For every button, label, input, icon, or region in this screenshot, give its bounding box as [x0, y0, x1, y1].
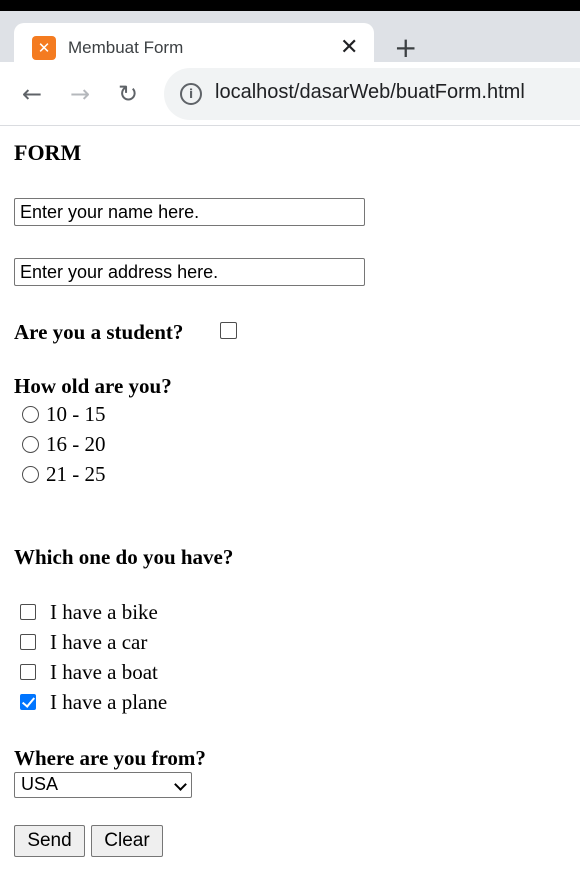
vehicle-checkbox[interactable]: [20, 664, 36, 680]
vehicle-checkbox-checked[interactable]: [20, 694, 36, 710]
reload-icon[interactable]: ↻: [118, 80, 138, 108]
chevron-down-icon: [174, 778, 187, 791]
close-icon[interactable]: ✕: [340, 34, 358, 62]
age-option-label: 16 - 20: [46, 432, 106, 456]
clear-button[interactable]: Clear: [91, 825, 163, 857]
vehicle-label: I have a plane: [50, 690, 168, 714]
url-text[interactable]: localhost/dasarWeb/buatForm.html: [215, 81, 525, 104]
age-question: How old are you?: [14, 374, 172, 398]
student-checkbox[interactable]: [220, 322, 237, 339]
origin-question: Where are you from?: [14, 746, 206, 770]
vehicle-checkbox[interactable]: [20, 604, 36, 620]
address-input[interactable]: Enter your address here.: [14, 258, 365, 286]
forward-arrow-icon[interactable]: →: [70, 80, 90, 108]
age-option-label: 10 - 15: [46, 402, 106, 426]
page-content: FORM Enter your name here. Enter your ad…: [0, 126, 580, 870]
country-select-value: USA: [21, 774, 59, 794]
radio-button[interactable]: [22, 436, 39, 453]
age-option-label: 21 - 25: [46, 462, 106, 486]
vehicle-question: Which one do you have?: [14, 545, 234, 569]
name-input[interactable]: Enter your name here.: [14, 198, 365, 226]
window-top-edge: [0, 0, 580, 11]
page-title: FORM: [14, 140, 82, 165]
send-button[interactable]: Send: [14, 825, 85, 857]
browser-toolbar: ← → ↻ i localhost/dasarWeb/buatForm.html: [0, 62, 580, 126]
back-arrow-icon[interactable]: ←: [22, 80, 42, 108]
new-tab-icon[interactable]: +: [394, 31, 417, 65]
xampp-icon: ✕: [32, 36, 56, 60]
info-icon[interactable]: i: [180, 83, 202, 105]
vehicle-label: I have a boat: [50, 660, 158, 684]
student-question: Are you a student?: [14, 320, 184, 344]
vehicle-label: I have a car: [50, 630, 148, 654]
country-select[interactable]: USA: [14, 772, 192, 798]
tab-strip: ✕ Membuat Form ✕ +: [0, 11, 580, 73]
radio-button[interactable]: [22, 406, 39, 423]
vehicle-label: I have a bike: [50, 600, 158, 624]
tab-title: Membuat Form: [68, 38, 184, 57]
address-bar[interactable]: i localhost/dasarWeb/buatForm.html: [164, 68, 580, 120]
radio-button[interactable]: [22, 466, 39, 483]
vehicle-checkbox[interactable]: [20, 634, 36, 650]
